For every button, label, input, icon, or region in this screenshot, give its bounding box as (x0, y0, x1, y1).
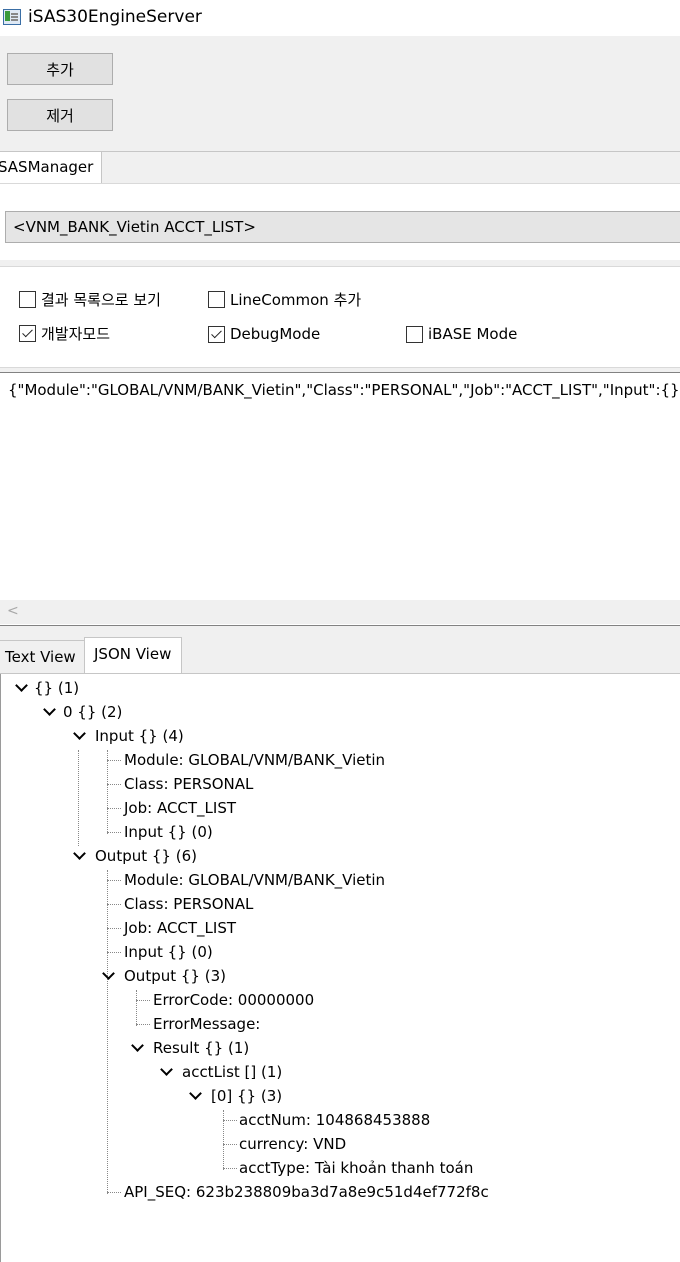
tree-node[interactable]: {} (1) (34, 677, 79, 699)
tree-guide-line (107, 784, 121, 785)
tree-node[interactable]: Input {} (0) (124, 941, 213, 963)
target-combo-value: <VNM_BANK_Vietin ACCT_LIST> (13, 218, 256, 236)
tree-node[interactable]: acctList [] (1) (182, 1061, 282, 1083)
tree-guide-line (78, 750, 79, 846)
chevron-down-icon[interactable] (15, 679, 28, 692)
result-list-checkbox-label: 결과 목록으로 보기 (41, 290, 161, 309)
scroll-left-icon[interactable]: < (7, 603, 19, 619)
tree-node[interactable]: Output {} (3) (124, 965, 226, 987)
tree-node[interactable]: 0 {} (2) (63, 701, 122, 723)
tree-guide-line (223, 1110, 224, 1170)
tree-guide-line (107, 1192, 121, 1193)
debug-mode-checkbox-label: DebugMode (230, 325, 321, 343)
tree-node[interactable]: Job: ACCT_LIST (124, 917, 236, 939)
tree-node[interactable]: ErrorCode: 00000000 (153, 989, 314, 1011)
tree-guide-line (107, 904, 121, 905)
tree-node[interactable]: acctNum: 104868453888 (239, 1109, 430, 1131)
ibase-mode-checkbox[interactable]: iBASE Mode (406, 324, 517, 344)
tab-bar-divider (0, 151, 680, 152)
result-list-checkbox-box[interactable] (19, 290, 36, 308)
tree-guide-line (223, 1168, 237, 1169)
target-combo[interactable]: <VNM_BANK_Vietin ACCT_LIST> (5, 211, 680, 243)
ibase-mode-checkbox-box[interactable] (406, 325, 423, 343)
tree-guide-line (107, 808, 121, 809)
chevron-down-icon[interactable] (160, 1063, 173, 1076)
chevron-down-icon[interactable] (73, 847, 86, 860)
tree-guide-line (107, 870, 108, 1194)
title-bar: iSAS30EngineServer (0, 0, 680, 36)
request-json-text[interactable]: {"Module":"GLOBAL/VNM/BANK_Vietin","Clas… (8, 381, 680, 399)
tree-guide-line (107, 832, 121, 833)
tab-sasmanager[interactable]: SASManager (0, 151, 102, 183)
tree-node[interactable]: Job: ACCT_LIST (124, 797, 236, 819)
linecommon-checkbox-label: LineCommon 추가 (230, 290, 362, 309)
tree-node[interactable]: Class: PERSONAL (124, 773, 253, 795)
linecommon-checkbox[interactable]: LineCommon 추가 (208, 289, 361, 309)
linecommon-checkbox-box[interactable] (208, 290, 225, 308)
chevron-down-icon[interactable] (131, 1039, 144, 1052)
app-icon (3, 9, 21, 25)
result-list-checkbox[interactable]: 결과 목록으로 보기 (19, 289, 161, 309)
ibase-mode-checkbox-label: iBASE Mode (428, 325, 518, 343)
tab-text-view[interactable]: Text View (0, 640, 84, 673)
tab-json-view[interactable]: JSON View (84, 637, 182, 674)
tree-node[interactable]: Class: PERSONAL (124, 893, 253, 915)
tree-guide-line (107, 750, 108, 834)
remove-button[interactable]: 제거 (7, 99, 113, 131)
tree-node[interactable]: Module: GLOBAL/VNM/BANK_Vietin (124, 869, 385, 891)
tree-node[interactable]: acctType: Tài khoản thanh toán (239, 1157, 473, 1179)
tree-guide-line (107, 880, 121, 881)
tree-guide-line (107, 928, 121, 929)
add-button[interactable]: 추가 (7, 53, 113, 85)
tab-text-view-label: Text View (5, 648, 76, 666)
tree-node[interactable]: Input {} (4) (95, 725, 184, 747)
chevron-down-icon[interactable] (43, 703, 56, 716)
debug-mode-checkbox[interactable]: DebugMode (208, 324, 320, 344)
tab-sasmanager-label: SASManager (0, 158, 94, 176)
tree-node[interactable]: API_SEQ: 623b238809ba3d7a8e9c51d4ef772f8… (124, 1181, 489, 1203)
tree-guide-line (107, 952, 121, 953)
tree-node[interactable]: Output {} (6) (95, 845, 197, 867)
tree-guide-line (223, 1120, 237, 1121)
json-tree-view[interactable]: {} (1) 0 {} (2) Input {} (4) Module: GLO… (0, 674, 680, 1262)
developer-mode-checkbox-label: 개발자모드 (41, 324, 111, 343)
tree-node[interactable]: ErrorMessage: (153, 1013, 260, 1035)
tree-node[interactable]: Input {} (0) (124, 821, 213, 843)
developer-mode-checkbox-box[interactable] (19, 324, 36, 342)
window-title: iSAS30EngineServer (28, 7, 202, 27)
tree-guide-line (136, 1024, 150, 1025)
tree-node[interactable]: Result {} (1) (153, 1037, 249, 1059)
chevron-down-icon[interactable] (102, 967, 115, 980)
tree-guide-line (136, 990, 137, 1026)
debug-mode-checkbox-box[interactable] (208, 325, 225, 343)
tree-node[interactable]: currency: VND (239, 1133, 346, 1155)
horizontal-scrollbar[interactable]: < (0, 600, 680, 624)
options-panel (0, 266, 680, 368)
tree-guide-line (136, 1000, 150, 1001)
tree-guide-line (107, 760, 121, 761)
chevron-down-icon[interactable] (189, 1087, 202, 1100)
tree-guide-line (223, 1144, 237, 1145)
request-editor[interactable]: {"Module":"GLOBAL/VNM/BANK_Vietin","Clas… (0, 372, 680, 626)
tree-node[interactable]: [0] {} (3) (211, 1085, 282, 1107)
developer-mode-checkbox[interactable]: 개발자모드 (19, 323, 110, 343)
tree-node[interactable]: Module: GLOBAL/VNM/BANK_Vietin (124, 749, 385, 771)
tab-json-view-label: JSON View (94, 645, 172, 663)
chevron-down-icon[interactable] (73, 727, 86, 740)
